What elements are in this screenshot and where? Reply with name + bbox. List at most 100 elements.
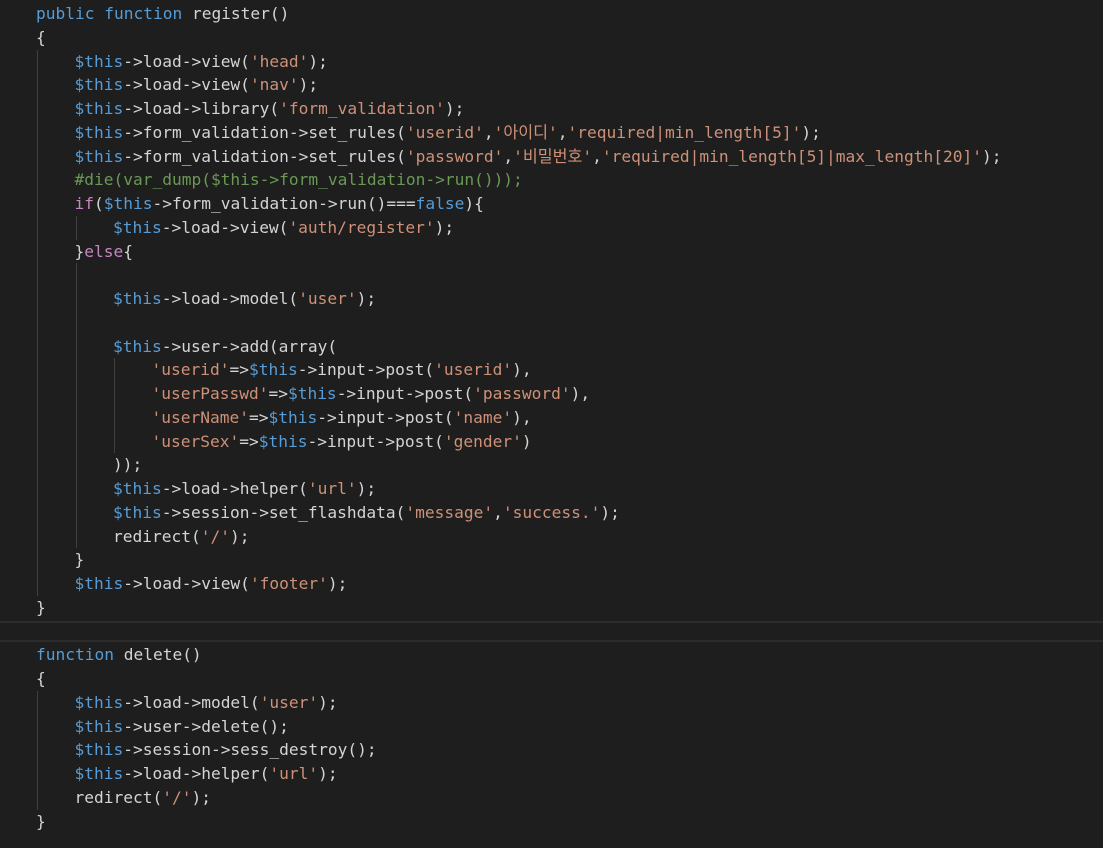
code-token: } bbox=[74, 241, 85, 261]
function-separator-lower bbox=[0, 640, 1103, 642]
code-token: 'userName' bbox=[151, 407, 249, 427]
code-token: ){ bbox=[464, 194, 484, 213]
code-line[interactable]: #die(var_dump($this->form_validation->ru… bbox=[75, 168, 523, 192]
code-token: $this bbox=[74, 146, 124, 166]
code-line[interactable]: public function register() bbox=[36, 2, 289, 26]
code-token: ->load->view( bbox=[161, 217, 289, 237]
code-line[interactable]: 'userName'=>$this->input->post('name'), bbox=[152, 406, 532, 430]
code-line[interactable]: )); bbox=[113, 453, 142, 477]
indent-guide bbox=[75, 215, 77, 240]
code-token: ); bbox=[356, 289, 377, 308]
indent-guide bbox=[37, 690, 38, 810]
code-line[interactable]: { bbox=[36, 26, 46, 50]
code-token: 'user' bbox=[259, 692, 319, 712]
code-line[interactable]: $this->session->sess_destroy(); bbox=[75, 738, 377, 762]
code-token: $this bbox=[103, 194, 153, 213]
code-token: 'userid' bbox=[434, 360, 513, 380]
code-token: #die(var_dump($this->form_validation->ru… bbox=[74, 170, 523, 190]
code-line[interactable]: $this->load->view('footer'); bbox=[75, 572, 348, 596]
code-token: { bbox=[36, 27, 46, 47]
code-token: else bbox=[84, 241, 124, 261]
code-line[interactable]: function delete() bbox=[36, 643, 202, 667]
code-token: => bbox=[239, 431, 259, 451]
code-line[interactable]: if($this->form_validation->run()===false… bbox=[75, 192, 484, 216]
code-line[interactable]: $this->session->set_flashdata('message',… bbox=[113, 501, 620, 525]
code-token: $this bbox=[258, 431, 308, 451]
code-token: ->load->helper( bbox=[161, 479, 308, 498]
code-line[interactable]: } bbox=[36, 596, 46, 620]
code-token: ->load->library( bbox=[123, 99, 280, 118]
code-token: ); bbox=[298, 75, 319, 95]
code-token: ->load->view( bbox=[123, 51, 250, 71]
code-token: ->load->view( bbox=[123, 574, 250, 593]
code-line[interactable]: $this->form_validation->set_rules('passw… bbox=[75, 145, 1002, 169]
code-token: ), bbox=[570, 384, 591, 403]
code-token: $this bbox=[113, 217, 162, 237]
code-token: ->form_validation->run()=== bbox=[152, 194, 416, 213]
code-token: 'message' bbox=[405, 502, 494, 522]
code-token: 'gender' bbox=[443, 431, 522, 451]
code-line[interactable]: }else{ bbox=[75, 240, 133, 264]
code-token: ); bbox=[191, 787, 211, 807]
code-line[interactable]: 'userPasswd'=>$this->input->post('passwo… bbox=[152, 382, 591, 406]
code-token: 'userid' bbox=[405, 122, 484, 142]
code-token: ->load->model( bbox=[161, 289, 299, 308]
code-token: redirect( bbox=[74, 787, 163, 807]
code-token: $this bbox=[74, 122, 124, 142]
indent-guide bbox=[114, 358, 115, 454]
code-token: ->input->post( bbox=[336, 384, 474, 403]
code-token: '/' bbox=[162, 787, 192, 807]
code-token: ); bbox=[318, 764, 338, 783]
code-line[interactable]: $this->load->helper('url'); bbox=[113, 477, 376, 501]
code-line[interactable]: $this->user->delete(); bbox=[75, 715, 289, 739]
code-line[interactable]: $this->load->model('user'); bbox=[75, 691, 338, 715]
code-token: $this bbox=[74, 99, 124, 118]
code-token: 'userSex' bbox=[151, 431, 240, 451]
code-line[interactable]: $this->form_validation->set_rules('useri… bbox=[75, 121, 821, 145]
function-separator bbox=[0, 621, 1103, 623]
code-line[interactable]: 'userid'=>$this->input->post('userid'), bbox=[152, 358, 532, 382]
code-line[interactable]: $this->load->view('nav'); bbox=[75, 73, 319, 97]
code-token: } bbox=[36, 597, 46, 617]
code-token: '아이디' bbox=[493, 122, 558, 142]
code-token: ->input->post( bbox=[307, 431, 444, 451]
indent-guide bbox=[75, 263, 77, 549]
code-line[interactable]: } bbox=[36, 810, 46, 834]
code-editor[interactable]: public function register(){$this->load->… bbox=[0, 0, 1103, 848]
code-token: function bbox=[104, 4, 183, 23]
code-token: { bbox=[123, 241, 133, 261]
code-token: if bbox=[74, 194, 95, 213]
code-token: , bbox=[503, 146, 514, 166]
code-token: $this bbox=[74, 716, 124, 736]
code-line[interactable]: } bbox=[75, 548, 85, 572]
code-token: ) bbox=[521, 431, 532, 451]
code-line[interactable]: $this->user->add(array( bbox=[113, 335, 337, 359]
code-token: 'url' bbox=[307, 479, 357, 498]
code-token: '비밀번호' bbox=[513, 146, 593, 166]
code-token: 'form_validation' bbox=[279, 99, 445, 118]
code-line[interactable]: $this->load->library('form_validation'); bbox=[75, 97, 465, 121]
code-line[interactable]: redirect('/'); bbox=[75, 786, 211, 810]
code-line[interactable]: { bbox=[36, 667, 46, 691]
code-line[interactable]: redirect('/'); bbox=[113, 525, 249, 549]
code-token: function bbox=[36, 645, 114, 665]
code-token: $this bbox=[74, 764, 124, 783]
code-line[interactable]: $this->load->helper('url'); bbox=[75, 762, 338, 786]
code-token: 'auth/register' bbox=[288, 217, 435, 237]
code-token: '/' bbox=[200, 526, 230, 546]
code-token: , bbox=[483, 122, 494, 142]
code-token: { bbox=[36, 669, 46, 688]
code-token: ->load->model( bbox=[123, 692, 260, 712]
code-token: 'nav' bbox=[249, 75, 299, 95]
code-token: } bbox=[36, 811, 46, 831]
code-line[interactable]: 'userSex'=>$this->input->post('gender') bbox=[152, 430, 532, 454]
code-line[interactable]: $this->load->model('user'); bbox=[113, 287, 376, 311]
code-line[interactable]: $this->load->view('head'); bbox=[75, 50, 328, 74]
code-token: 'url' bbox=[269, 764, 319, 783]
code-line[interactable]: $this->load->view('auth/register'); bbox=[113, 216, 454, 240]
code-token: ); bbox=[327, 574, 348, 593]
code-token: $this bbox=[74, 692, 124, 712]
code-token: => bbox=[268, 384, 288, 403]
code-token: ->load->helper( bbox=[123, 764, 270, 783]
code-token: 'footer' bbox=[249, 574, 328, 593]
